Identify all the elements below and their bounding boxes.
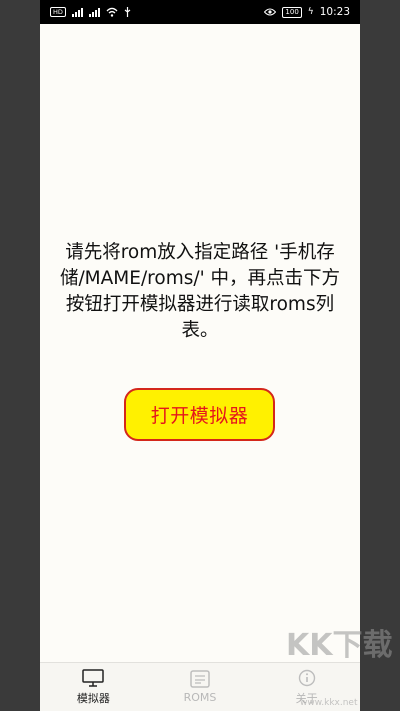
- battery-icon: 100: [282, 6, 302, 18]
- eye-icon: [264, 8, 277, 16]
- tab-emulator-label: 模拟器: [76, 691, 110, 705]
- monitor-icon: [82, 668, 105, 687]
- usb-icon: [124, 7, 131, 17]
- charging-icon: ϟ: [307, 7, 314, 17]
- hd-badge: HD: [50, 7, 66, 17]
- watermark-logo: KK下载: [286, 628, 393, 663]
- open-emulator-button[interactable]: 打开模拟器: [124, 388, 275, 441]
- tab-roms[interactable]: ROMS: [147, 663, 254, 711]
- clock: 10:23: [319, 6, 350, 18]
- main-content: 请先将rom放入指定路径 '手机存储/MAME/roms/' 中，再点击下方按钮…: [40, 24, 360, 662]
- rom-list-icon: [190, 670, 210, 688]
- watermark-url: www.kkx.net: [300, 698, 358, 708]
- instruction-message: 请先将rom放入指定路径 '手机存储/MAME/roms/' 中，再点击下方按钮…: [59, 242, 341, 341]
- wifi-icon: [106, 7, 118, 17]
- tab-roms-label: ROMS: [183, 691, 217, 704]
- signal-2-icon: [88, 7, 100, 17]
- signal-icon: [71, 7, 83, 17]
- status-bar: HD 100 ϟ 10:23: [40, 0, 360, 24]
- tab-emulator[interactable]: 模拟器: [40, 663, 147, 711]
- app-screen: HD 100 ϟ 10:23 请先将rom放入指定路径 '手机存储/MAME/r…: [40, 0, 360, 711]
- device-frame: HD 100 ϟ 10:23 请先将rom放入指定路径 '手机存储/MAME/r…: [0, 0, 400, 711]
